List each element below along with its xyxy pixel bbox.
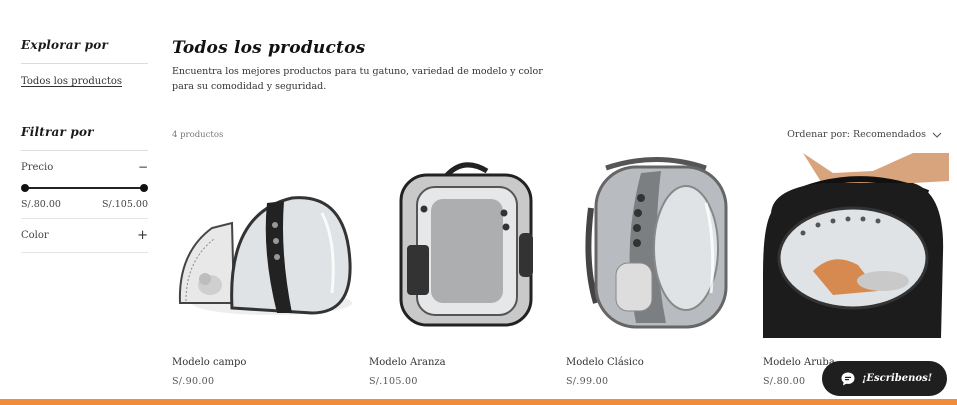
price-range-track xyxy=(25,187,144,189)
product-name[interactable]: Modelo Clásico xyxy=(566,357,752,368)
product-card[interactable]: Modelo Clásico S/.99.00 xyxy=(566,153,752,387)
explore-heading: Explorar por xyxy=(21,38,148,64)
color-filter-header[interactable]: Color + xyxy=(21,219,148,253)
product-name[interactable]: Modelo Aranza xyxy=(369,357,555,368)
footer-accent-bar xyxy=(0,399,957,405)
price-filter-header[interactable]: Precio − xyxy=(21,160,148,174)
sort-label: Ordenar por: Recomendados xyxy=(787,129,926,140)
page-description: Encuentra los mejores productos para tu … xyxy=(172,66,543,92)
filter-heading: Filtrar por xyxy=(21,125,148,151)
price-range-values: S/.80.00 S/.105.00 xyxy=(21,199,148,219)
product-name[interactable]: Modelo campo xyxy=(172,357,358,368)
product-listing: Todos los productos Encuentra los mejore… xyxy=(172,38,949,387)
expand-icon[interactable]: + xyxy=(137,228,148,243)
price-range-slider[interactable] xyxy=(21,182,148,194)
product-card[interactable]: Modelo Aranza S/.105.00 xyxy=(369,153,555,387)
product-count: 4 productos xyxy=(172,129,224,140)
product-price: S/.105.00 xyxy=(369,376,418,387)
product-image[interactable] xyxy=(369,153,555,338)
price-min-handle[interactable] xyxy=(21,184,29,192)
product-card[interactable]: Modelo campo S/.90.00 xyxy=(172,153,358,387)
product-image[interactable] xyxy=(763,153,949,338)
product-image[interactable] xyxy=(172,153,358,338)
price-max-value: S/.105.00 xyxy=(102,199,148,210)
price-filter-label: Precio xyxy=(21,161,54,173)
sort-dropdown[interactable]: Ordenar por: Recomendados xyxy=(787,129,942,140)
product-price: S/.99.00 xyxy=(566,376,609,387)
product-card[interactable]: Modelo Aruba S/.80.00 xyxy=(763,153,949,387)
collapse-icon[interactable]: − xyxy=(138,160,148,174)
listing-toolbar: 4 productos Ordenar por: Recomendados xyxy=(172,129,942,140)
product-image[interactable] xyxy=(566,153,752,338)
chat-button-label: ¡Escribenos! xyxy=(862,373,933,384)
chat-bubble-icon xyxy=(841,372,855,385)
color-filter-label: Color xyxy=(21,230,49,241)
product-price: S/.90.00 xyxy=(172,376,215,387)
price-max-handle[interactable] xyxy=(140,184,148,192)
chat-button[interactable]: ¡Escribenos! xyxy=(822,361,947,396)
all-products-link[interactable]: Todos los productos xyxy=(21,76,148,87)
page-title: Todos los productos xyxy=(172,38,366,58)
price-min-value: S/.80.00 xyxy=(21,199,61,210)
sidebar: Explorar por Todos los productos Filtrar… xyxy=(21,38,148,253)
chevron-down-icon xyxy=(932,132,942,138)
